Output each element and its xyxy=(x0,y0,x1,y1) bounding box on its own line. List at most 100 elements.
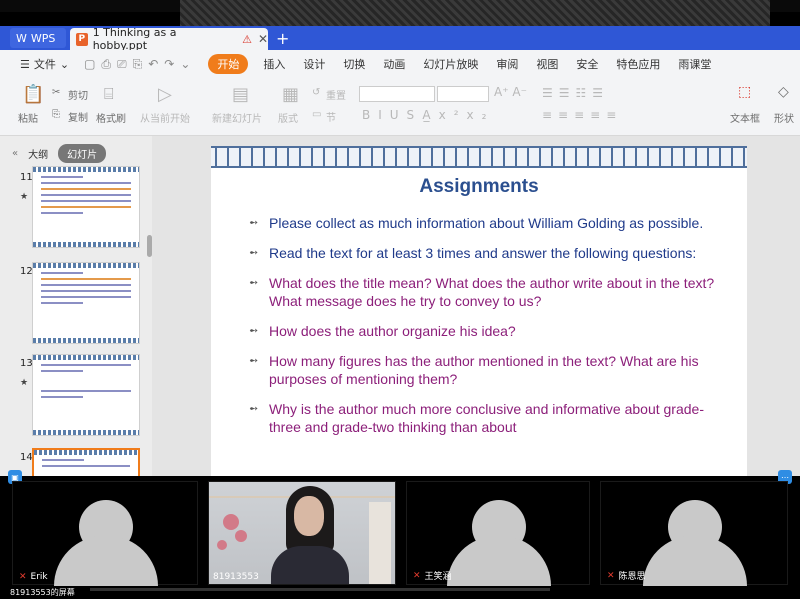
section-icon[interactable]: ▭ xyxy=(312,109,321,120)
menu-review[interactable]: 审阅 xyxy=(487,56,527,72)
thumb-line xyxy=(41,182,131,184)
bullet-item: ➻ How does the author organize his idea? xyxy=(249,322,723,340)
participant-tile[interactable]: ✕ 陈恩思 xyxy=(600,481,788,586)
bullet-text: How does the author organize his idea? xyxy=(269,323,516,339)
menu-animation[interactable]: 动画 xyxy=(374,56,414,72)
slide-thumbnail[interactable] xyxy=(32,262,140,344)
paste-icon[interactable]: 📋 xyxy=(22,84,44,105)
format-painter-icon[interactable]: ⌸ xyxy=(104,84,114,104)
menu-view[interactable]: 视图 xyxy=(527,56,567,72)
participant-tile[interactable]: ✕ 王笑涵 xyxy=(406,481,590,586)
textbox-icon[interactable]: ⬚ xyxy=(738,84,751,100)
tab-document[interactable]: P 1 Thinking as a hobby.ppt ⚠ ✕ xyxy=(70,26,268,52)
avatar-placeholder-body xyxy=(643,536,747,586)
scissors-icon[interactable]: ✂ xyxy=(52,87,60,98)
tab-wps-home[interactable]: W WPS xyxy=(10,28,66,48)
thumb-line xyxy=(42,465,130,467)
shape-button[interactable]: 形状 xyxy=(774,110,794,125)
video-person xyxy=(294,496,324,536)
list-format-icons[interactable]: ☰☰☷☰ xyxy=(542,86,609,100)
menu-transition[interactable]: 切换 xyxy=(334,56,374,72)
slide-title: Assignments xyxy=(419,176,539,197)
menu-insert[interactable]: 插入 xyxy=(254,56,294,72)
bullet-item: ➻ Please collect as much information abo… xyxy=(249,214,723,232)
menu-features[interactable]: 特色应用 xyxy=(607,56,669,72)
participant-name-bar: ✕ Erik xyxy=(19,572,48,582)
format-painter-button[interactable]: 格式刷 xyxy=(96,110,126,125)
tab-slides[interactable]: 幻灯片 xyxy=(58,144,107,163)
participant-name-bar: ✕ 王笑涵 xyxy=(413,569,452,583)
bullet-text: Read the text for at least 3 times and a… xyxy=(269,245,697,261)
menu-slideshow[interactable]: 幻灯片放映 xyxy=(414,56,487,72)
video-background xyxy=(223,514,239,530)
bullet-text: What does the title mean? What does the … xyxy=(269,275,715,309)
bullet-item: ➻ Why is the author much more conclusive… xyxy=(249,400,723,436)
thumb-border xyxy=(33,263,139,268)
bullet-arrow-icon: ➻ xyxy=(249,247,259,259)
shape-icon[interactable]: ◇ xyxy=(778,84,789,100)
thumb-line xyxy=(41,396,84,398)
participant-name: 81913553 xyxy=(213,572,259,582)
menu-design[interactable]: 设计 xyxy=(294,56,334,72)
textbox-button[interactable]: 文本框 xyxy=(730,110,760,125)
bullet-item: ➻ How many figures has the author mentio… xyxy=(249,352,723,388)
bullet-arrow-icon: ➻ xyxy=(249,277,259,289)
bullet-arrow-icon: ➻ xyxy=(249,217,259,229)
footer-progress-bar xyxy=(90,588,550,591)
top-stripe-pattern xyxy=(180,0,770,28)
align-icons[interactable]: ≡≡≡≡≡ xyxy=(542,108,622,122)
chevron-down-icon: ⌄ xyxy=(59,57,70,71)
layout-button[interactable]: 版式 xyxy=(278,110,298,125)
new-slide-icon[interactable]: ▤ xyxy=(232,84,249,105)
tab-outline[interactable]: 大纲 xyxy=(28,146,48,161)
section-button[interactable]: 节 xyxy=(326,109,336,124)
copy-button[interactable]: 复制 xyxy=(68,109,88,124)
close-tab-icon[interactable]: ✕ xyxy=(258,32,268,46)
thumb-gap xyxy=(33,372,139,386)
slide-thumbnail[interactable] xyxy=(32,166,140,248)
thumb-border xyxy=(33,242,139,247)
new-slide-button[interactable]: 新建幻灯片 xyxy=(212,110,262,125)
participant-tile-video[interactable]: 81913553 xyxy=(208,481,396,585)
tab-bar: W WPS P 1 Thinking as a hobby.ppt ⚠ ✕ + xyxy=(0,26,800,52)
paste-button[interactable]: 粘贴 xyxy=(18,110,38,125)
text-format-icons[interactable]: BIUSA̲x²x₂ xyxy=(362,108,494,122)
bullet-arrow-icon: ➻ xyxy=(249,355,259,367)
collapse-panel-icon[interactable]: « xyxy=(12,148,18,159)
wps-tab-label: WPS xyxy=(30,31,56,45)
menu-security[interactable]: 安全 xyxy=(567,56,607,72)
reset-icon[interactable]: ↺ xyxy=(312,87,320,98)
font-grow-icon[interactable]: A⁺ A⁻ xyxy=(494,85,527,99)
reset-button[interactable]: 重置 xyxy=(326,87,346,102)
menu-start[interactable]: 开始 xyxy=(208,54,249,74)
participant-tile[interactable]: ✕ Erik xyxy=(12,481,198,586)
quick-access-icons[interactable]: ▢⎙⎚⎘↶↷⌄ xyxy=(78,57,202,72)
panel-scrollbar[interactable] xyxy=(147,235,152,257)
play-icon[interactable]: ▷ xyxy=(158,84,172,105)
new-tab-button[interactable]: + xyxy=(276,29,289,48)
hamburger-icon: ☰ xyxy=(20,57,30,71)
copy-icon[interactable]: ⎘ xyxy=(52,109,60,120)
font-size-select[interactable] xyxy=(437,86,489,102)
font-family-select[interactable] xyxy=(359,86,435,102)
avatar-placeholder-body xyxy=(447,536,551,586)
thumb-line xyxy=(41,212,84,214)
slide[interactable]: Assignments ➻ Please collect as much inf… xyxy=(211,146,747,476)
thumbnail-number: 13 xyxy=(20,358,33,369)
cut-button[interactable]: 剪切 xyxy=(68,87,88,102)
animation-star-icon: ★ xyxy=(20,192,29,202)
layout-icon[interactable]: ▦ xyxy=(282,84,299,105)
menu-rain-classroom[interactable]: 雨课堂 xyxy=(669,56,720,72)
from-current-button[interactable]: 从当前开始 xyxy=(140,110,190,125)
participant-name: 陈恩思 xyxy=(618,572,646,582)
thumb-border xyxy=(33,430,139,435)
thumb-line xyxy=(41,290,131,292)
slide-thumbnail-active[interactable] xyxy=(32,448,140,478)
mic-muted-icon: ✕ xyxy=(19,572,27,582)
menu-file[interactable]: ☰ 文件 ⌄ xyxy=(0,56,78,72)
bullet-text: Why is the author much more conclusive a… xyxy=(269,401,704,435)
slide-thumbnail[interactable] xyxy=(32,354,140,436)
thumb-border xyxy=(34,450,138,455)
ppt-file-icon: P xyxy=(76,32,88,46)
video-person xyxy=(271,546,349,584)
